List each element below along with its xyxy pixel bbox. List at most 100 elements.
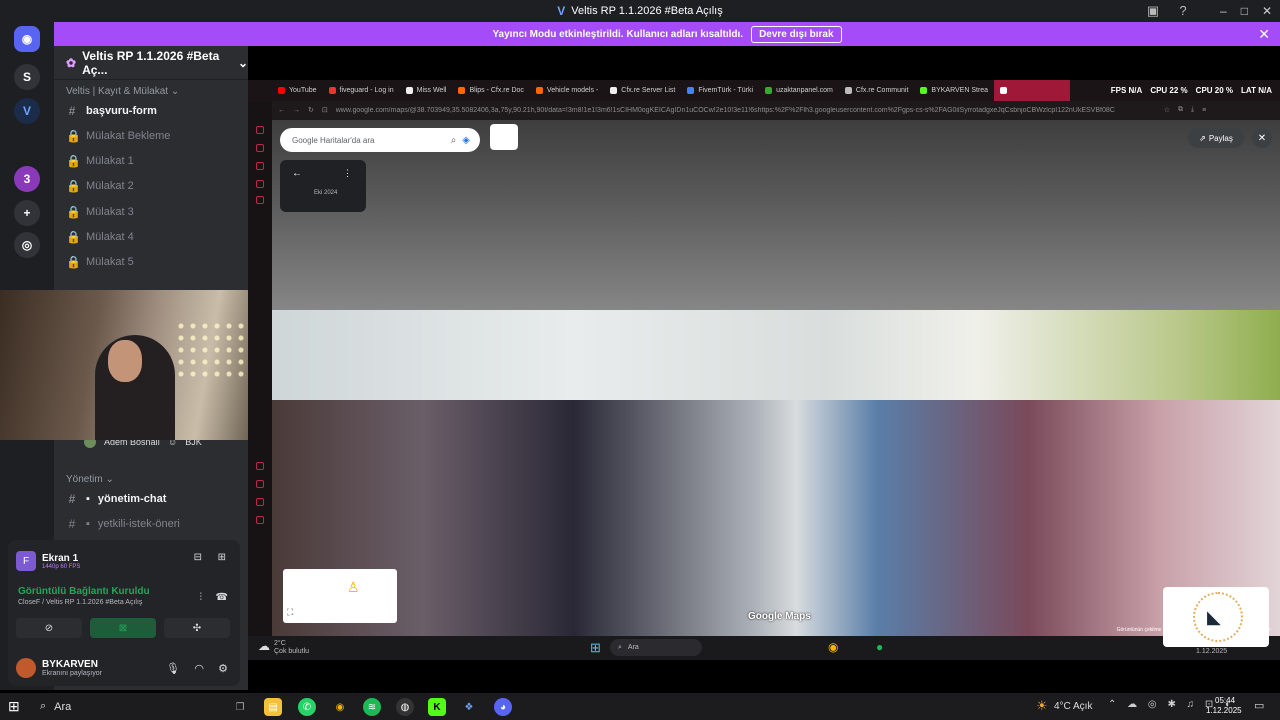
screen-settings-icon[interactable]: ⊟ bbox=[194, 552, 202, 563]
sidebar-app-icon[interactable] bbox=[256, 462, 264, 470]
screen-share-card[interactable]: F Ekran 1 1440p 60 FPS ⊟ ⊞ bbox=[16, 546, 232, 576]
forward-icon[interactable]: → bbox=[293, 107, 300, 114]
sidebar-app-icon[interactable] bbox=[256, 126, 264, 134]
activities-button[interactable]: ✣ bbox=[164, 618, 230, 638]
channel-mulakat-2[interactable]: 🔒 Mülakat 2 bbox=[66, 176, 134, 196]
sidebar-app-icon[interactable] bbox=[256, 162, 264, 170]
category-kayit-mulakat[interactable]: Veltis | Kayıt & Mülakat ⌄ bbox=[66, 86, 179, 97]
noise-suppression-icon[interactable]: ⫶ bbox=[200, 592, 203, 603]
user-area[interactable]: BYKARVEN Ekranını paylaşıyor 🎙 ◠ ⚙ bbox=[16, 654, 232, 682]
close-banner-icon[interactable]: ✕ bbox=[1258, 26, 1270, 43]
url-field[interactable]: www.google.com/maps/@38.703949,35.508240… bbox=[336, 107, 1156, 114]
share-button[interactable]: ⇗ Paylaş bbox=[1188, 128, 1244, 148]
chrome-icon[interactable]: ◉ bbox=[828, 640, 838, 654]
windows-start-icon[interactable]: ⊞ bbox=[8, 698, 20, 715]
channel-basvuru-form[interactable]: # başvuru-form bbox=[66, 101, 157, 121]
tab-youtube[interactable]: YouTube bbox=[272, 80, 323, 101]
sidebar-app-icon[interactable] bbox=[256, 498, 264, 506]
sidebar-app-icon[interactable] bbox=[256, 144, 264, 152]
tab-blips[interactable]: Blips - Cfx.re Doc bbox=[452, 80, 529, 101]
discord-icon[interactable]: ◕ bbox=[494, 698, 512, 716]
sidebar-app-icon[interactable] bbox=[256, 480, 264, 488]
explore-servers-icon[interactable]: ◎ bbox=[14, 232, 40, 258]
more-options-icon[interactable]: ⋮ bbox=[343, 168, 352, 179]
chrome-icon[interactable]: ◉ bbox=[331, 698, 349, 716]
close-window-button[interactable]: ✕ bbox=[1262, 4, 1272, 18]
downloads-icon[interactable]: ⤓ bbox=[1191, 106, 1194, 114]
taskbar-search[interactable]: ⌕ Ara bbox=[36, 697, 216, 716]
channel-yetkili-istek-oneri[interactable]: # ▪ yetkili-istek-öneri bbox=[66, 514, 180, 534]
minimap[interactable]: ♙ ⛶ bbox=[283, 569, 397, 623]
layers-button[interactable] bbox=[490, 124, 518, 150]
search-input[interactable]: Google Haritalar'da ara bbox=[292, 136, 445, 145]
search-icon[interactable]: ⌕ bbox=[451, 135, 457, 146]
tab-miss-well[interactable]: Miss Well bbox=[400, 80, 453, 101]
voice-panel: F Ekran 1 1440p 60 FPS ⊟ ⊞ Görüntülü Bağ… bbox=[8, 540, 240, 686]
server-icon-purple[interactable]: 3 bbox=[14, 166, 40, 192]
sidebar-app-icon[interactable] bbox=[256, 180, 264, 188]
minimize-button[interactable]: – bbox=[1220, 4, 1227, 18]
directions-icon[interactable]: ◈ bbox=[462, 135, 470, 146]
help-icon[interactable]: ? bbox=[1175, 3, 1191, 19]
headphones-icon[interactable]: ◠ bbox=[194, 662, 204, 675]
server-header[interactable]: ✿ Veltis RP 1.1.2026 #Beta Aç... ⌄ bbox=[54, 46, 248, 80]
whatsapp-icon[interactable]: ✆ bbox=[298, 698, 316, 716]
site-info-icon[interactable]: ⊡ bbox=[322, 106, 328, 114]
category-label: Yönetim bbox=[66, 474, 103, 485]
app-icon[interactable]: ❖ bbox=[460, 698, 478, 716]
bookmark-icon[interactable]: ☆ bbox=[1164, 106, 1170, 114]
disable-streamer-mode-button[interactable]: Devre dışı bırak bbox=[751, 25, 842, 43]
server-icon-veltis[interactable]: V bbox=[14, 98, 40, 124]
category-yonetim[interactable]: Yönetim ⌄ bbox=[66, 474, 114, 485]
inbox-icon[interactable]: ▣ bbox=[1145, 3, 1161, 19]
taskbar-weather: 4°C Açık bbox=[1054, 701, 1093, 712]
channel-mulakat-3[interactable]: 🔒 Mülakat 3 bbox=[66, 202, 134, 222]
expand-icon[interactable]: ⛶ bbox=[287, 607, 293, 618]
server-icon-s[interactable]: S bbox=[14, 64, 40, 90]
windows-start-icon[interactable]: ⊞ bbox=[590, 640, 601, 656]
reload-icon[interactable]: ↻ bbox=[308, 106, 314, 114]
notification-icon[interactable]: ▭ bbox=[1254, 699, 1264, 712]
spotify-icon[interactable]: ≋ bbox=[363, 698, 381, 716]
channel-mulakat-5[interactable]: 🔒 Mülakat 5 bbox=[66, 252, 134, 272]
kick-icon[interactable]: K bbox=[428, 698, 446, 716]
close-street-view-button[interactable]: ✕ bbox=[1252, 128, 1272, 148]
inner-search-box[interactable]: ⌕ Ara bbox=[610, 639, 702, 656]
obs-icon[interactable]: ◍ bbox=[396, 698, 414, 716]
popout-icon[interactable]: ⊞ bbox=[218, 552, 226, 563]
discord-home-icon[interactable]: ◉ bbox=[14, 26, 40, 52]
microphone-icon[interactable]: 🎙 bbox=[166, 662, 180, 675]
maximize-button[interactable]: □ bbox=[1241, 4, 1248, 18]
channel-label: yetkili-istek-öneri bbox=[97, 518, 180, 530]
street-view-panorama[interactable]: Google Haritalar'da ara ⌕ ◈ ← ⋮ Eki 2024… bbox=[272, 120, 1280, 636]
tab-google-maps-active[interactable] bbox=[994, 80, 1071, 101]
tab-uzaktanpanel[interactable]: uzaktanpanel.com bbox=[759, 80, 839, 101]
spotify-icon[interactable]: ● bbox=[876, 640, 883, 654]
back-icon[interactable]: ← bbox=[278, 107, 285, 114]
extensions-icon[interactable]: ⧉ bbox=[1178, 106, 1183, 114]
tab-cfx-community[interactable]: Cfx.re Communit bbox=[839, 80, 915, 101]
camera-off-button[interactable]: ⊘ bbox=[16, 618, 82, 638]
channel-yonetim-chat[interactable]: # ▪ yönetim-chat bbox=[66, 489, 167, 509]
file-explorer-icon[interactable]: ▤ bbox=[264, 698, 282, 716]
tab-vehicle-models[interactable]: Vehicle models - bbox=[530, 80, 604, 101]
tab-fivemturk[interactable]: FivemTürk - Türki bbox=[681, 80, 759, 101]
channel-mulakat-bekleme[interactable]: 🔒 Mülakat Bekleme bbox=[66, 126, 170, 146]
sidebar-app-icon[interactable] bbox=[256, 516, 264, 524]
settings-gear-icon[interactable]: ⚙ bbox=[218, 662, 228, 675]
tab-fiveguard[interactable]: fiveguard - Log in bbox=[323, 80, 400, 101]
panorama-floor bbox=[272, 400, 1280, 636]
tab-kick[interactable]: BYKARVEN Strea bbox=[914, 80, 994, 101]
back-arrow-icon[interactable]: ← bbox=[292, 168, 302, 179]
channel-mulakat-1[interactable]: 🔒 Mülakat 1 bbox=[66, 151, 134, 171]
add-server-icon[interactable]: + bbox=[14, 200, 40, 226]
maps-search-box[interactable]: Google Haritalar'da ara ⌕ ◈ bbox=[280, 128, 480, 152]
menu-icon[interactable]: ≡ bbox=[1202, 107, 1206, 114]
disconnect-icon[interactable]: ☎ bbox=[216, 592, 228, 603]
connection-status[interactable]: Görüntülü Bağlantı Kuruldu CloseF / Velt… bbox=[18, 586, 218, 606]
screen-share-button[interactable]: ⊠ bbox=[90, 618, 156, 638]
channel-mulakat-4[interactable]: 🔒 Mülakat 4 bbox=[66, 227, 134, 247]
tab-server-list[interactable]: Cfx.re Server List bbox=[604, 80, 681, 101]
task-view-icon[interactable]: ❐ bbox=[231, 698, 249, 716]
sidebar-app-icon[interactable] bbox=[256, 196, 264, 204]
